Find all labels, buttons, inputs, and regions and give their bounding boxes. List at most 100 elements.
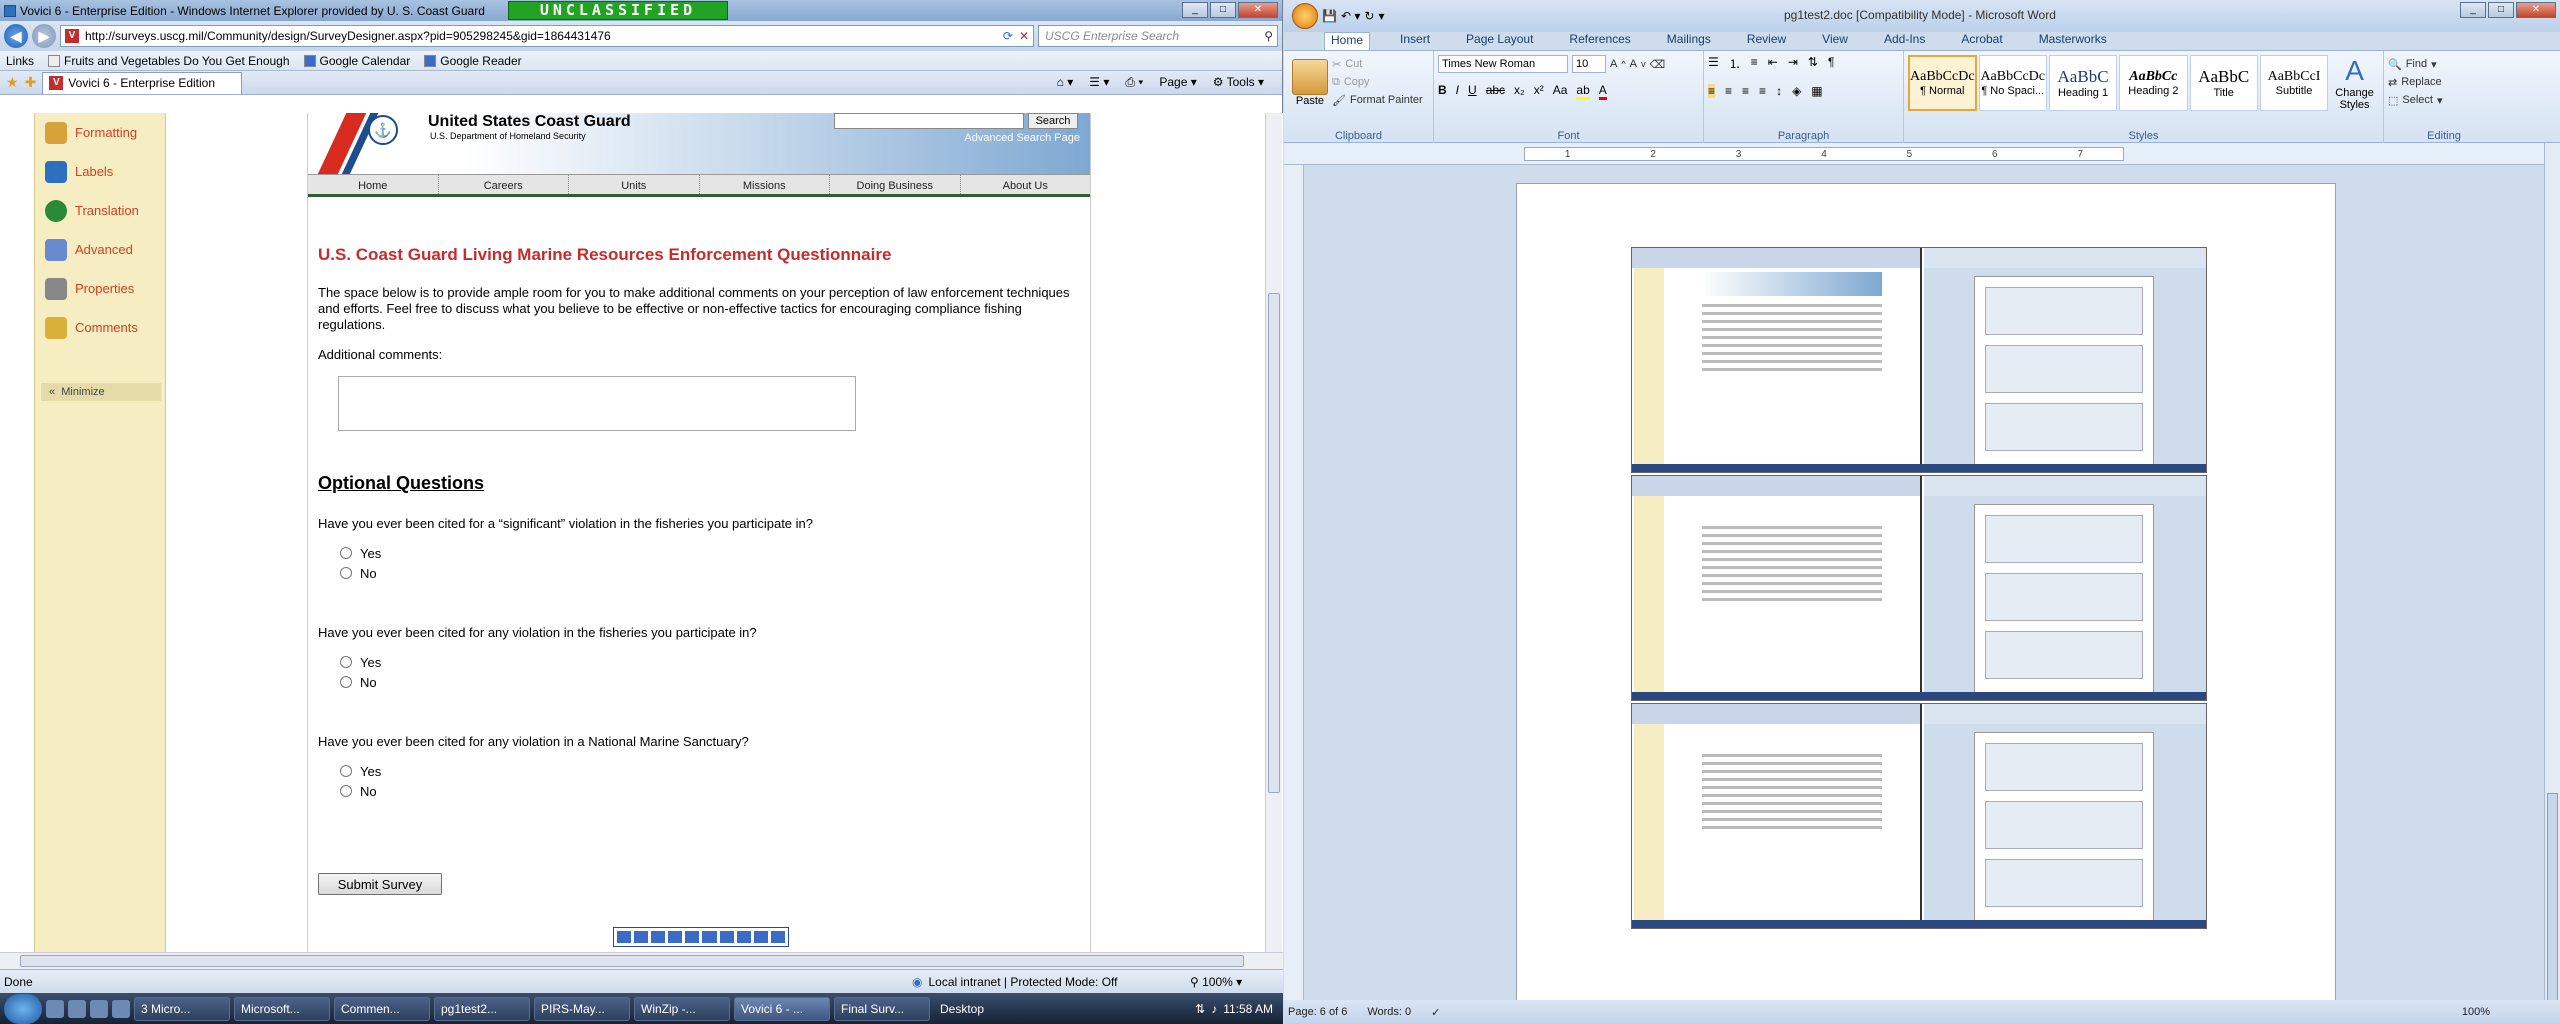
find-button[interactable]: 🔍 Find ▾ (2388, 55, 2500, 73)
style-subtitle[interactable]: AaBbCcI Subtitle (2259, 55, 2329, 111)
nav-units[interactable]: Units (569, 175, 700, 194)
minimize-button[interactable]: _ (1182, 2, 1208, 18)
search-input[interactable]: USCG Enterprise Search ⚲ (1038, 25, 1278, 47)
start-button[interactable] (4, 993, 42, 1024)
nav-home[interactable]: Home (308, 175, 439, 194)
site-search-button[interactable]: Search (1028, 113, 1078, 129)
tab-masterworks[interactable]: Masterworks (2033, 32, 2113, 50)
tab-vovici[interactable]: V Vovici 6 - Enterprise Edition (42, 71, 243, 94)
nav-missions[interactable]: Missions (700, 175, 830, 194)
embedded-screenshot[interactable] (1631, 475, 2207, 701)
forward-button[interactable]: ▶ (32, 24, 56, 48)
volume-icon[interactable]: ♪ (1211, 1002, 1217, 1016)
decrease-indent-icon[interactable]: ⇤ (1768, 55, 1778, 72)
tab-references[interactable]: References (1563, 32, 1636, 50)
scroll-thumb[interactable] (2547, 793, 2558, 1003)
tab-add-ins[interactable]: Add-Ins (1878, 32, 1931, 50)
vertical-ruler[interactable] (1284, 165, 1304, 1000)
proofing-icon[interactable]: ✓ (1431, 1006, 1440, 1019)
align-right-icon[interactable]: ≡ (1742, 84, 1749, 98)
q1-yes[interactable]: Yes (340, 543, 1080, 563)
clear-format-icon[interactable]: ⌫ (1650, 55, 1666, 73)
font-name-select[interactable]: Times New Roman (1438, 55, 1568, 73)
replace-button[interactable]: ⇄ Replace (2388, 73, 2500, 91)
save-icon[interactable]: 💾 (1322, 9, 1337, 23)
strikethrough-icon[interactable]: abc (1486, 83, 1505, 100)
style-normal[interactable]: AaBbCcDc ¶ Normal (1908, 55, 1977, 111)
sidebar-item-translation[interactable]: Translation (35, 191, 165, 230)
taskbar-item-active[interactable]: Vovici 6 - ... (734, 996, 830, 1021)
taskbar-item[interactable]: WinZip -... (634, 996, 730, 1021)
font-size-select[interactable]: 10 (1572, 55, 1606, 73)
change-styles-button[interactable]: A Change Styles (2330, 55, 2379, 111)
select-button[interactable]: ⬚ Select ▾ (2388, 91, 2500, 109)
maximize-button[interactable]: □ (2488, 2, 2514, 18)
italic-icon[interactable]: I (1456, 83, 1459, 100)
address-field[interactable]: V http://surveys.uscg.mil/Community/desi… (60, 25, 1034, 47)
q2-yes[interactable]: Yes (340, 652, 1080, 672)
page-menu[interactable]: Page ▾ (1159, 75, 1196, 90)
tab-page-layout[interactable]: Page Layout (1460, 32, 1539, 50)
tools-menu[interactable]: ⚙ Tools ▾ (1213, 75, 1264, 90)
back-button[interactable]: ◀ (4, 24, 28, 48)
tab-insert[interactable]: Insert (1394, 32, 1436, 50)
desktop-toolbar[interactable]: Desktop (940, 1002, 984, 1016)
document-page[interactable] (1516, 183, 2336, 1000)
customize-qat-icon[interactable]: ▾ (1378, 9, 1384, 23)
ie-vertical-scrollbar[interactable] (1265, 113, 1282, 952)
style-title[interactable]: AaBbC Title (2189, 55, 2258, 111)
style-no-spacing[interactable]: AaBbCcDc ¶ No Spaci... (1978, 55, 2047, 111)
embedded-screenshot[interactable] (1631, 247, 2207, 473)
style-heading-2[interactable]: AaBbCc Heading 2 (2119, 55, 2188, 111)
word-zoom[interactable]: 100% (2462, 1006, 2560, 1018)
q1-no-radio[interactable] (340, 567, 352, 579)
cut-button[interactable]: ✂ Cut (1332, 55, 1423, 73)
increase-indent-icon[interactable]: ⇥ (1788, 55, 1798, 72)
tab-view[interactable]: View (1816, 32, 1854, 50)
bullets-icon[interactable]: ☰ (1708, 55, 1719, 72)
embedded-screenshot[interactable] (1631, 703, 2207, 929)
superscript-icon[interactable]: x² (1534, 83, 1544, 100)
multilevel-icon[interactable]: ≡ (1751, 55, 1758, 72)
office-button-icon[interactable] (1292, 3, 1318, 29)
sidebar-item-comments[interactable]: Comments (35, 308, 165, 347)
link-item[interactable]: Google Reader (424, 54, 522, 68)
show-marks-icon[interactable]: ¶ (1828, 55, 1834, 72)
word-count[interactable]: Words: 0 (1367, 1006, 1411, 1018)
home-icon[interactable]: ⌂ ▾ (1057, 75, 1074, 90)
taskbar-item[interactable]: pg1test2... (434, 996, 530, 1021)
feeds-icon[interactable]: ☰ ▾ (1089, 75, 1109, 90)
submit-survey-button[interactable]: Submit Survey (318, 873, 442, 895)
advanced-search-link[interactable]: Advanced Search Page (964, 132, 1080, 144)
zoom-control[interactable]: ⚲ 100% ▾ (1190, 975, 1242, 989)
redo-icon[interactable]: ↻ (1364, 9, 1374, 23)
q2-no-radio[interactable] (340, 676, 352, 688)
tab-review[interactable]: Review (1741, 32, 1792, 50)
link-item[interactable]: Google Calendar (303, 54, 410, 68)
sidebar-item-properties[interactable]: Properties (35, 269, 165, 308)
minimize-sidebar-button[interactable]: « Minimize (41, 383, 161, 401)
taskbar-item[interactable]: 3 Micro... (134, 996, 230, 1021)
close-button[interactable]: ✕ (2516, 2, 2556, 18)
close-button[interactable]: ✕ (1238, 2, 1278, 18)
justify-icon[interactable]: ≡ (1759, 84, 1766, 98)
copy-button[interactable]: ⧉ Copy (1332, 73, 1423, 91)
highlight-icon[interactable]: ab (1576, 83, 1590, 100)
align-left-icon[interactable]: ≡ (1708, 84, 1716, 98)
favorites-star-icon[interactable]: ★ (6, 74, 19, 91)
sidebar-item-formatting[interactable]: Formatting (35, 113, 165, 152)
nav-careers[interactable]: Careers (439, 175, 569, 194)
network-icon[interactable]: ⇅ (1195, 1002, 1205, 1016)
taskbar-item[interactable]: Commen... (334, 996, 430, 1021)
link-item[interactable]: Fruits and Vegetables Do You Get Enough (48, 54, 290, 68)
line-spacing-icon[interactable]: ↕ (1776, 84, 1782, 98)
tab-mailings[interactable]: Mailings (1661, 32, 1717, 50)
taskbar-item[interactable]: Final Surv... (834, 996, 930, 1021)
search-icon[interactable]: ⚲ (1264, 26, 1273, 46)
ie-quicklaunch-icon[interactable] (46, 999, 64, 1018)
font-color-icon[interactable]: A (1598, 83, 1607, 100)
q2-no[interactable]: No (340, 672, 1080, 692)
underline-icon[interactable]: U (1468, 83, 1477, 100)
align-center-icon[interactable]: ≡ (1725, 84, 1732, 98)
maximize-button[interactable]: □ (1210, 2, 1236, 18)
